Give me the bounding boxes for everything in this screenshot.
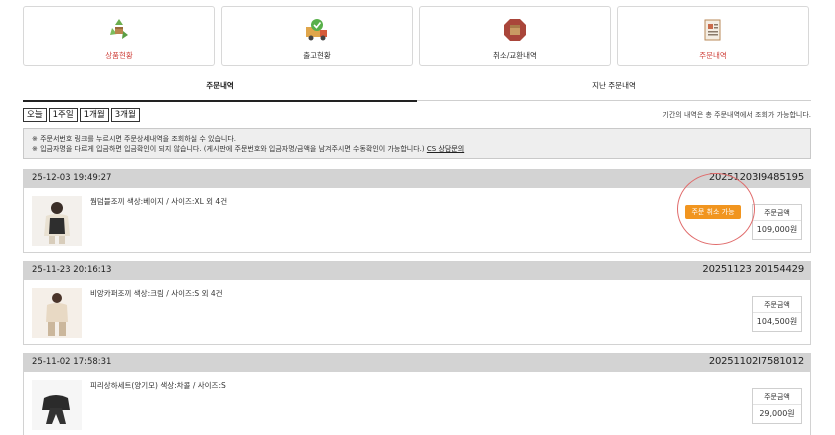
amount-box: 주문금액 29,000원 bbox=[752, 388, 802, 424]
amount-label: 주문금액 bbox=[753, 389, 801, 405]
product-thumbnail[interactable] bbox=[32, 196, 82, 246]
product-name-link[interactable]: 웜덤블조끼 색상:베이지 / 사이즈:XL 외 4건 bbox=[90, 196, 227, 207]
recycle-box-icon bbox=[110, 19, 128, 39]
cancel-box-icon bbox=[504, 19, 526, 41]
order-number-link[interactable]: 20251123 20154429 bbox=[702, 264, 804, 275]
product-thumbnail[interactable] bbox=[32, 288, 82, 338]
notice-box: ※ 주문서번호 링크를 누르시면 주문상세내역을 조회하실 수 있습니다. ※ … bbox=[23, 128, 811, 159]
product-image bbox=[32, 288, 82, 338]
order-date: 25-12-03 19:49:27 bbox=[32, 173, 112, 183]
tab-past-orders[interactable]: 지난 주문내역 bbox=[417, 76, 811, 101]
order-date: 25-11-02 17:58:31 bbox=[32, 357, 112, 367]
card-label: 상품현황 bbox=[105, 51, 133, 60]
card-order-history[interactable]: 주문내역 bbox=[617, 6, 809, 66]
amount-value: 104,500원 bbox=[756, 317, 798, 326]
card-label: 주문내역 bbox=[699, 51, 727, 60]
tab-order-history[interactable]: 주문내역 bbox=[23, 76, 417, 102]
amount-value: 109,000원 bbox=[756, 225, 798, 234]
amount-label: 주문금액 bbox=[753, 205, 801, 221]
card-cancel-exchange[interactable]: 취소/교환내역 bbox=[419, 6, 611, 66]
product-name-link[interactable]: 비앙카퍼조끼 색상:크림 / 사이즈:S 외 4건 bbox=[90, 288, 223, 299]
product-name-link[interactable]: 피리상하세트(양기모) 색상:차콜 / 사이즈:S bbox=[90, 380, 226, 391]
product-image bbox=[32, 196, 82, 246]
order-document-icon bbox=[704, 19, 721, 41]
period-filter: 오늘 1주일 1개월 3개월 bbox=[23, 108, 142, 122]
order-header: 25-11-02 17:58:31 20251102I7581012 bbox=[24, 354, 810, 372]
card-label: 출고현황 bbox=[303, 51, 331, 60]
cs-inquiry-link[interactable]: CS 상담문의 bbox=[427, 145, 464, 153]
amount-value: 29,000원 bbox=[759, 409, 795, 418]
card-product-status[interactable]: 상품현황 bbox=[23, 6, 215, 66]
category-cards: 상품현황 출고현황 취소/교환내역 주문내역 bbox=[23, 6, 811, 66]
card-label: 취소/교환내역 bbox=[493, 51, 537, 60]
notice-line-1: ※ 주문서번호 링크를 누르시면 주문상세내역을 조회하실 수 있습니다. bbox=[32, 135, 236, 143]
card-shipping-status[interactable]: 출고현황 bbox=[221, 6, 413, 66]
notice-line-2: ※ 입금자명을 다르게 입금하면 입금확인이 되지 않습니다. (게시판에 주문… bbox=[32, 145, 802, 155]
amount-box: 주문금액 109,000원 bbox=[752, 204, 802, 240]
amount-box: 주문금액 104,500원 bbox=[752, 296, 802, 332]
amount-label: 주문금액 bbox=[753, 297, 801, 313]
shipping-truck-icon bbox=[306, 19, 327, 41]
order-number-link[interactable]: 20251102I7581012 bbox=[709, 356, 804, 367]
period-1week-button[interactable]: 1주일 bbox=[48, 108, 78, 122]
notice-line-2-text: ※ 입금자명을 다르게 입금하면 입금확인이 되지 않습니다. (게시판에 주문… bbox=[32, 144, 425, 153]
period-1month-button[interactable]: 1개월 bbox=[79, 108, 109, 122]
order-header: 25-11-23 20:16:13 20251123 20154429 bbox=[24, 262, 810, 280]
order-card: 25-11-02 17:58:31 20251102I7581012 피리상하세… bbox=[23, 353, 811, 435]
product-image bbox=[32, 380, 82, 430]
order-tabs: 주문내역 지난 주문내역 bbox=[23, 76, 811, 102]
period-3month-button[interactable]: 3개월 bbox=[110, 108, 140, 122]
period-note: 기간의 내역은 총 주문내역에서 조회가 가능합니다. bbox=[662, 111, 811, 119]
product-thumbnail[interactable] bbox=[32, 380, 82, 430]
period-today-button[interactable]: 오늘 bbox=[23, 108, 47, 122]
highlight-circle bbox=[677, 173, 755, 245]
order-date: 25-11-23 20:16:13 bbox=[32, 265, 112, 275]
order-card: 25-11-23 20:16:13 20251123 20154429 비앙카퍼… bbox=[23, 261, 811, 345]
